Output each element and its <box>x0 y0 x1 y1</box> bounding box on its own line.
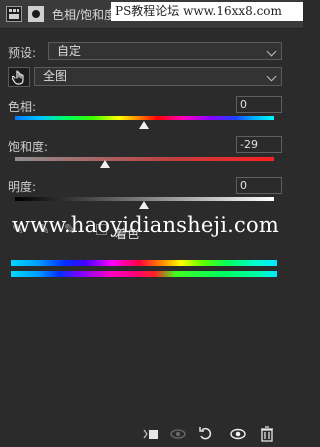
preset-value: 自定 <box>57 44 82 58</box>
chevron-down-icon <box>266 46 277 57</box>
saturation-slider-track[interactable] <box>15 157 274 161</box>
colorize-label: 着色 <box>115 227 140 241</box>
hue-input[interactable]: 0 <box>236 96 282 113</box>
saturation-input[interactable]: -29 <box>236 136 282 153</box>
clip-to-layer-icon[interactable] <box>142 425 160 443</box>
watermark-middle: www.haoyidiansheji.com <box>12 213 279 237</box>
hue-slider-thumb[interactable] <box>139 121 149 129</box>
input-spectrum-bar <box>11 260 277 266</box>
lightness-input[interactable]: 0 <box>236 177 282 194</box>
visibility-icon[interactable] <box>229 425 247 443</box>
adjustment-grid-icon[interactable] <box>6 6 22 22</box>
hand-pointer-icon <box>12 70 24 85</box>
hue-slider-track[interactable] <box>15 116 274 120</box>
preset-select[interactable]: 自定 <box>48 42 282 60</box>
watermark-top: PS教程论坛 www.16xx8.com <box>111 2 303 21</box>
saturation-label: 饱和度: <box>8 140 49 154</box>
channel-value: 全图 <box>43 69 68 83</box>
hue-label: 色相: <box>8 100 37 114</box>
output-spectrum-bar[interactable] <box>11 271 277 277</box>
lightness-label: 明度: <box>8 180 37 194</box>
lightness-slider-thumb[interactable] <box>139 201 149 209</box>
view-previous-state-icon[interactable] <box>169 425 187 443</box>
panel-footer <box>0 421 303 447</box>
chevron-down-icon <box>266 71 277 82</box>
layer-mask-icon[interactable] <box>28 6 44 22</box>
channel-select[interactable]: 全图 <box>34 67 282 86</box>
saturation-slider-thumb[interactable] <box>100 160 110 168</box>
preset-label: 预设: <box>8 46 37 60</box>
reset-icon[interactable] <box>197 425 215 443</box>
delete-icon[interactable] <box>258 425 276 443</box>
targeted-adjustment-hand-button[interactable] <box>8 67 30 87</box>
panel-title: 色相/饱和度 <box>52 8 117 22</box>
